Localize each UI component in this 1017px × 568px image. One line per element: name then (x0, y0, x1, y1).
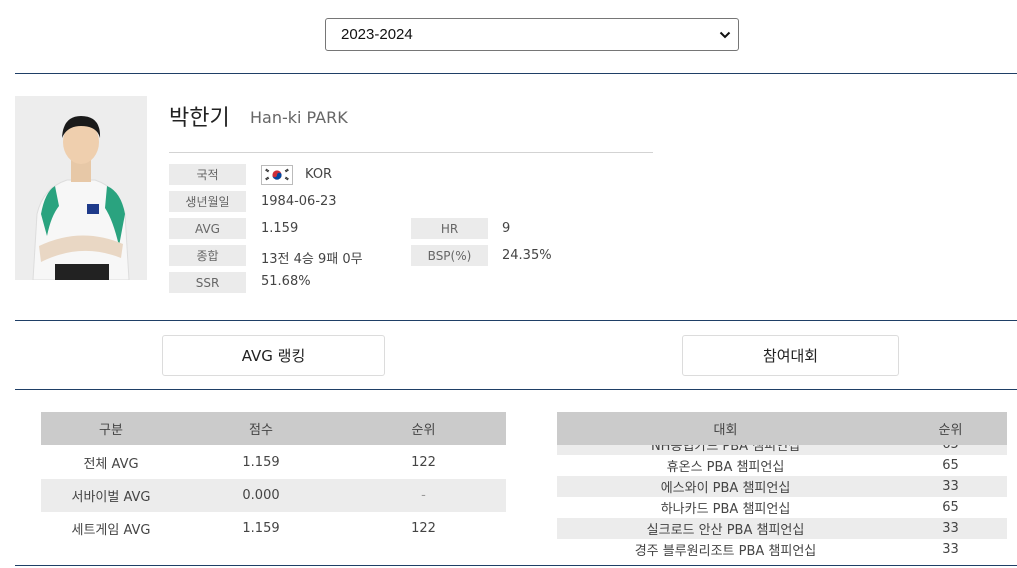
avg-category: 세트게임 AVG (71, 523, 151, 538)
tab-avg-ranking[interactable]: AVG 랭킹 (162, 335, 385, 376)
divider (15, 565, 1017, 566)
list-item: 하나카드 PBA 챔피언십 65 (557, 497, 1007, 518)
tournament-rank: 65 (894, 445, 1007, 455)
column-header-rank: 순위 (411, 423, 436, 438)
avg-label: AVG (169, 218, 246, 239)
avg-category: 전체 AVG (83, 457, 139, 472)
player-name-english: Han-ki PARK (250, 108, 348, 127)
list-item: 경주 블루원리조트 PBA 챔피언십 33 (557, 539, 1007, 560)
name-divider (169, 152, 653, 153)
divider (15, 73, 1017, 74)
list-item: NH농협카드 PBA 챔피언십 65 (557, 445, 1007, 455)
player-name-korean: 박한기 (169, 106, 230, 131)
chevron-down-icon (719, 31, 731, 39)
divider (15, 320, 1017, 321)
bsp-value: 24.35% (502, 248, 552, 263)
tournament-list-scroll[interactable]: NH농협카드 PBA 챔피언십 65 휴온스 PBA 챔피언십 65 에스와이 … (557, 445, 1007, 562)
column-header-tournament: 대회 (713, 423, 738, 438)
avg-value: 1.159 (261, 221, 299, 236)
tournament-name: 실크로드 안산 PBA 챔피언십 (646, 523, 805, 538)
korea-flag-icon (261, 165, 293, 185)
birth-value: 1984-06-23 (261, 194, 337, 209)
avg-ranking-table: 구분 점수 순위 전체 AVG 1.159 122 서바이벌 AVG 0.000… (41, 412, 506, 544)
tournament-rank: 65 (942, 458, 959, 473)
table-header: 구분 점수 순위 (41, 412, 506, 445)
avg-rank: - (421, 488, 426, 503)
ssr-value: 51.68% (261, 274, 311, 289)
hr-value: 9 (502, 221, 511, 236)
record-label: 종합 (169, 245, 246, 266)
column-header-category: 구분 (99, 423, 123, 438)
tournament-rank: 33 (942, 479, 959, 494)
column-header-rank: 순위 (938, 423, 963, 438)
tournament-name: 휴온스 PBA 챔피언십 (666, 460, 785, 475)
record-value: 13전 4승 9패 0무 (261, 252, 363, 267)
avg-category: 서바이벌 AVG (71, 490, 151, 505)
tab-tournaments[interactable]: 참여대회 (682, 335, 899, 376)
avg-score: 1.159 (242, 521, 280, 536)
table-row: 서바이벌 AVG 0.000 - (41, 479, 506, 512)
avg-score: 0.000 (242, 488, 280, 503)
tournament-name: 하나카드 PBA 챔피언십 (660, 502, 791, 517)
tournament-rank: 65 (942, 500, 959, 515)
bsp-label: BSP(%) (411, 245, 488, 266)
list-item: 휴온스 PBA 챔피언십 65 (557, 455, 1007, 476)
tournament-name: 경주 블루원리조트 PBA 챔피언십 (634, 544, 817, 559)
avg-score: 1.159 (242, 455, 280, 470)
tournament-name: NH농협카드 PBA 챔피언십 (650, 445, 801, 454)
list-item: 실크로드 안산 PBA 챔피언십 33 (557, 518, 1007, 539)
hr-label: HR (411, 218, 488, 239)
nationality-label: 국적 (169, 164, 246, 185)
table-header: 대회 순위 (557, 412, 1007, 445)
birth-label: 생년월일 (169, 191, 246, 212)
list-item: 에스와이 PBA 챔피언십 33 (557, 476, 1007, 497)
column-header-score: 점수 (249, 423, 273, 438)
season-select[interactable]: 2023-2024 (325, 18, 739, 51)
tournament-rank: 33 (942, 542, 959, 557)
avg-rank: 122 (411, 455, 436, 470)
nationality-value: KOR (305, 167, 333, 182)
tournament-name: 에스와이 PBA 챔피언십 (660, 481, 791, 496)
divider (15, 389, 1017, 390)
tournament-table: 대회 순위 (557, 412, 1007, 445)
tournament-rank: 33 (942, 521, 959, 536)
ssr-label: SSR (169, 272, 246, 293)
season-select-value: 2023-2024 (341, 26, 413, 43)
avg-rank: 122 (411, 521, 436, 536)
player-photo (15, 96, 147, 280)
